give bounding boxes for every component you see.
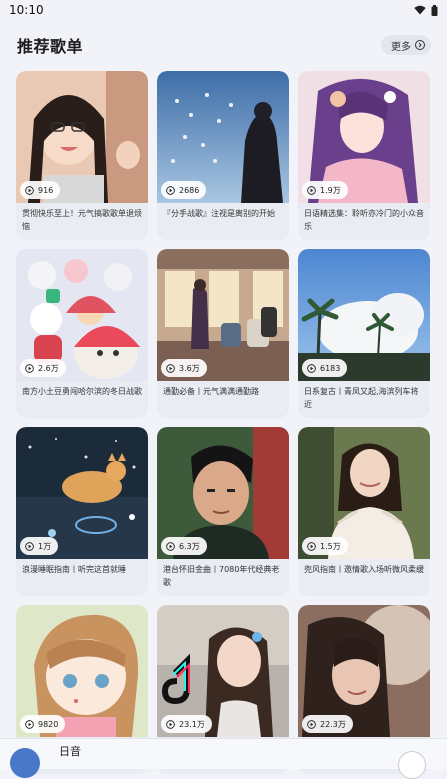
playlist-cover: 2686 — [157, 71, 289, 203]
play-icon — [307, 541, 316, 551]
play-count-badge: 2686 — [161, 181, 207, 199]
play-count: 2686 — [179, 185, 200, 195]
playlist-title: 港台怀旧金曲丨7080年代经典老歌 — [163, 565, 280, 587]
play-count: 22.3万 — [320, 719, 346, 729]
play-count-badge: 23.1万 — [161, 715, 212, 733]
playlist-cover: 3.6万 — [157, 249, 289, 381]
playlist-title: 贯彻快乐至上！元气搞歌歌单退烦恼 — [22, 209, 142, 231]
play-icon — [166, 363, 175, 373]
playlist-cover: 22.3万 — [298, 605, 430, 737]
wifi-icon — [414, 5, 426, 15]
play-icon — [25, 185, 34, 195]
mini-player[interactable]: 日音 — [0, 738, 447, 779]
section-title: 推荐歌单 — [17, 37, 84, 56]
section-header: 推荐歌单 更多 — [0, 34, 447, 56]
play-icon — [307, 363, 316, 373]
play-pause-button[interactable] — [398, 751, 426, 779]
playlist-title: 通勤必备丨元气满满通勤路 — [163, 387, 259, 396]
playlist-card[interactable]: 1.5万 兜风指南丨邀情歌入场听微风柔缓 — [298, 427, 430, 596]
playlist-cover: 2.6万 — [16, 249, 148, 381]
more-button[interactable]: 更多 — [381, 35, 431, 55]
playlist-cover: 6.3万 — [157, 427, 289, 559]
play-count-badge: 2.6万 — [20, 359, 66, 377]
playlist-cover: 9820 — [16, 605, 148, 737]
play-count: 916 — [38, 185, 54, 195]
play-count-badge: 9820 — [20, 715, 66, 733]
playlist-cover: 23.1万 — [157, 605, 289, 737]
more-label: 更多 — [391, 41, 411, 53]
playlist-grid: 916 贯彻快乐至上！元气搞歌歌单退烦恼 2686 『分手战歌』注视是离别的开始… — [16, 71, 431, 774]
play-count: 1.9万 — [320, 185, 341, 195]
play-icon — [166, 719, 175, 729]
play-count-badge: 6183 — [302, 359, 348, 377]
play-icon — [166, 541, 175, 551]
playlist-card[interactable]: 6.3万 港台怀旧金曲丨7080年代经典老歌 — [157, 427, 289, 596]
play-count: 3.6万 — [179, 363, 200, 373]
playlist-card[interactable]: 1.9万 日语精选集：聆听亦冷门的小众音乐 — [298, 71, 430, 240]
playlist-cover: 1.9万 — [298, 71, 430, 203]
playlist-card[interactable]: 1万 浪漫睡眠指南丨听完这首就睡 — [16, 427, 148, 596]
playlist-title: 兜风指南丨邀情歌入场听微风柔缓 — [304, 565, 424, 574]
playlist-card[interactable]: 3.6万 通勤必备丨元气满满通勤路 — [157, 249, 289, 418]
play-count: 9820 — [38, 719, 59, 729]
playlist-title: 日语精选集：聆听亦冷门的小众音乐 — [304, 209, 424, 231]
play-icon — [25, 541, 34, 551]
playlist-cover: 1万 — [16, 427, 148, 559]
chevron-right-icon — [415, 40, 425, 50]
play-count-badge: 3.6万 — [161, 359, 207, 377]
playlist-card[interactable]: 2686 『分手战歌』注视是离别的开始 — [157, 71, 289, 240]
playlist-title: 『分手战歌』注视是离别的开始 — [163, 209, 275, 218]
mini-player-title: 日音 — [59, 745, 81, 758]
playlist-title: 南方小土豆勇闯哈尔滨的冬日战歌 — [22, 387, 142, 396]
play-count-badge: 1.5万 — [302, 537, 348, 555]
playlist-cover: 6183 — [298, 249, 430, 381]
playlist-cover: 916 — [16, 71, 148, 203]
playlist-card[interactable]: 916 贯彻快乐至上！元气搞歌歌单退烦恼 — [16, 71, 148, 240]
playlist-cover: 1.5万 — [298, 427, 430, 559]
play-icon — [307, 719, 316, 729]
play-icon — [166, 185, 175, 195]
play-count: 23.1万 — [179, 719, 205, 729]
play-count: 6.3万 — [179, 541, 200, 551]
play-icon — [25, 363, 34, 373]
play-count: 1.5万 — [320, 541, 341, 551]
play-count-badge: 22.3万 — [302, 715, 353, 733]
battery-icon — [431, 4, 438, 16]
play-count-badge: 916 — [20, 181, 61, 199]
play-count: 2.6万 — [38, 363, 59, 373]
play-count-badge: 1.9万 — [302, 181, 348, 199]
playlist-card[interactable]: 2.6万 南方小土豆勇闯哈尔滨的冬日战歌 — [16, 249, 148, 418]
mini-player-cover — [10, 748, 40, 778]
playlist-title: 日系复古丨青凤又起,海滨列车将近 — [304, 387, 419, 409]
play-icon — [25, 719, 34, 729]
play-count-badge: 6.3万 — [161, 537, 207, 555]
status-bar: 10:10 — [0, 0, 447, 20]
playlist-card[interactable]: 6183 日系复古丨青凤又起,海滨列车将近 — [298, 249, 430, 418]
status-time: 10:10 — [9, 3, 44, 17]
play-icon — [307, 185, 316, 195]
play-count-badge: 1万 — [20, 537, 59, 555]
play-count: 6183 — [320, 363, 341, 373]
playlist-title: 浪漫睡眠指南丨听完这首就睡 — [22, 565, 126, 574]
play-count: 1万 — [38, 541, 52, 551]
